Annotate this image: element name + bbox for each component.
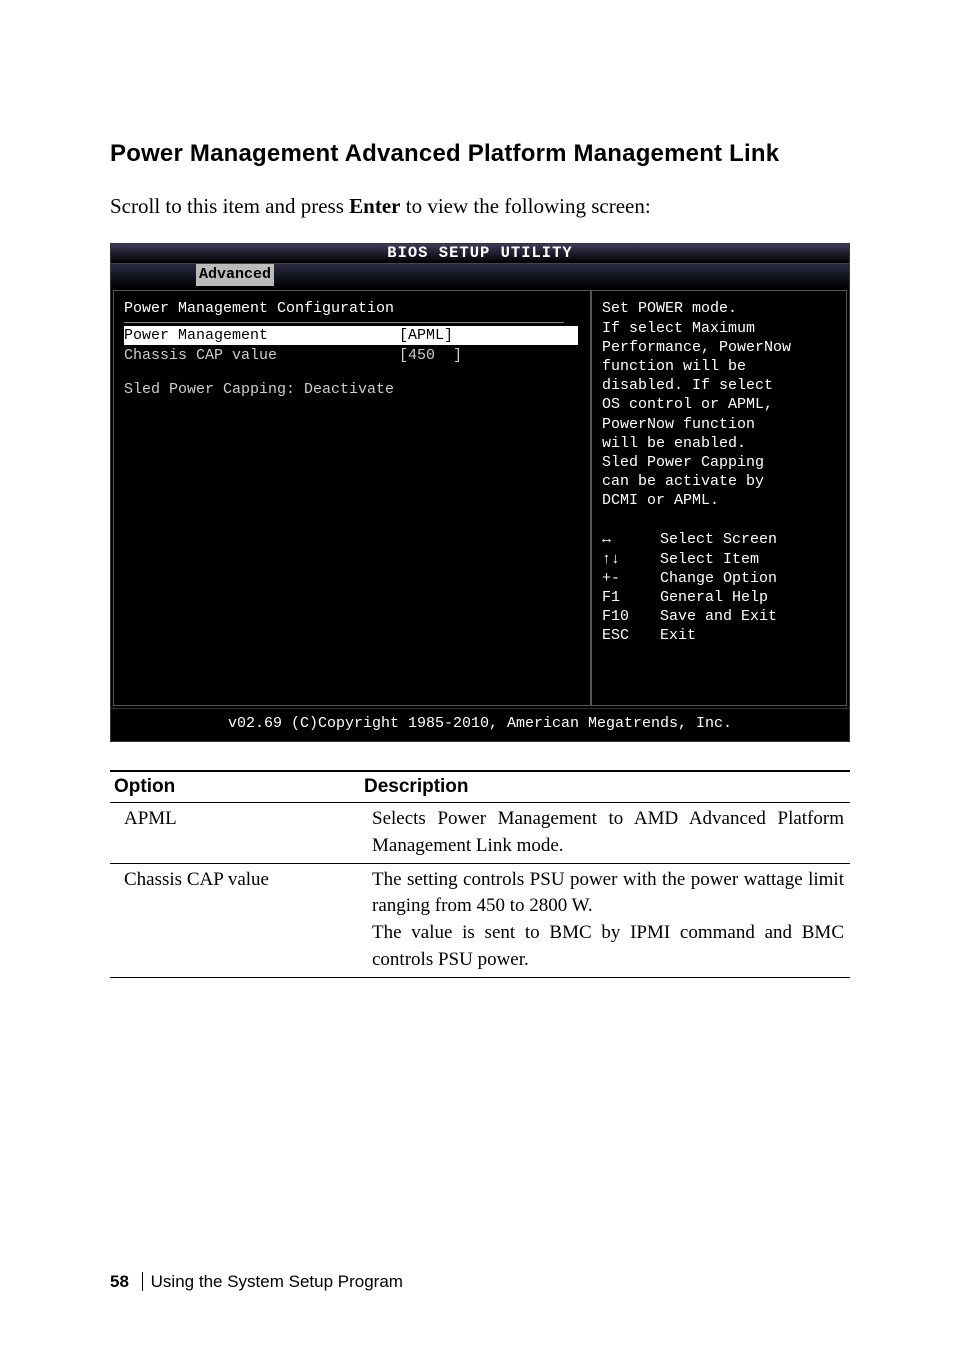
option-description: The setting controls PSU power with the … bbox=[360, 863, 850, 978]
nav-key: F1 bbox=[602, 588, 660, 607]
intro-key: Enter bbox=[349, 194, 400, 218]
bios-help-text: Set POWER mode. If select Maximum Perfor… bbox=[602, 299, 836, 510]
bios-tabbar: Advanced bbox=[111, 264, 849, 288]
bios-row-power-management: Power Management [APML] bbox=[124, 326, 578, 345]
table-row: Chassis CAP value The setting controls P… bbox=[110, 863, 850, 978]
section-heading: Power Management Advanced Platform Manag… bbox=[110, 140, 854, 168]
page-footer: 58 Using the System Setup Program bbox=[110, 1272, 403, 1292]
bios-left-pane: Power Management Configuration Power Man… bbox=[113, 290, 591, 706]
bios-screenshot: BIOS SETUP UTILITY Advanced Power Manage… bbox=[110, 243, 850, 741]
bios-row-label: Power Management bbox=[124, 326, 399, 345]
option-name: Chassis CAP value bbox=[110, 863, 360, 978]
bios-row-chassis-cap: Chassis CAP value [450 ] bbox=[124, 346, 578, 365]
nav-label: Exit bbox=[660, 626, 696, 645]
nav-label: General Help bbox=[660, 588, 768, 607]
option-description: Selects Power Management to AMD Advanced… bbox=[360, 802, 850, 863]
bios-row-value: [450 ] bbox=[399, 346, 462, 365]
bios-nav-row: ↔ Select Screen bbox=[602, 530, 836, 549]
bios-tab-advanced: Advanced bbox=[196, 264, 274, 285]
nav-key: +- bbox=[602, 569, 660, 588]
nav-label: Select Item bbox=[660, 550, 759, 569]
nav-label: Save and Exit bbox=[660, 607, 777, 626]
nav-key: F10 bbox=[602, 607, 660, 626]
table-header-description: Description bbox=[360, 771, 850, 803]
divider bbox=[124, 322, 564, 323]
table-header-option: Option bbox=[110, 771, 360, 803]
bios-title: BIOS SETUP UTILITY bbox=[111, 244, 849, 264]
intro-text: Scroll to this item and press Enter to v… bbox=[110, 192, 854, 221]
bios-nav-help: ↔ Select Screen ↑↓ Select Item +- Change… bbox=[602, 530, 836, 645]
bios-nav-row: ↑↓ Select Item bbox=[602, 550, 836, 569]
nav-key: ESC bbox=[602, 626, 660, 645]
nav-label: Select Screen bbox=[660, 530, 777, 549]
page-number: 58 bbox=[110, 1272, 129, 1291]
footer-section: Using the System Setup Program bbox=[151, 1272, 403, 1291]
bios-footer: v02.69 (C)Copyright 1985-2010, American … bbox=[111, 708, 849, 740]
bios-status-text: Sled Power Capping: Deactivate bbox=[124, 380, 394, 399]
bios-nav-row: +- Change Option bbox=[602, 569, 836, 588]
options-table: Option Description APML Selects Power Ma… bbox=[110, 770, 850, 979]
nav-key: ↔ bbox=[602, 530, 660, 549]
bios-nav-row: ESC Exit bbox=[602, 626, 836, 645]
bios-section-title: Power Management Configuration bbox=[124, 299, 578, 318]
table-row: APML Selects Power Management to AMD Adv… bbox=[110, 802, 850, 863]
footer-separator bbox=[142, 1272, 143, 1291]
option-name: APML bbox=[110, 802, 360, 863]
bios-row-value: [APML] bbox=[399, 326, 453, 345]
intro-prefix: Scroll to this item and press bbox=[110, 194, 349, 218]
bios-nav-row: F1 General Help bbox=[602, 588, 836, 607]
bios-status-line: Sled Power Capping: Deactivate bbox=[124, 380, 578, 399]
bios-nav-row: F10 Save and Exit bbox=[602, 607, 836, 626]
bios-right-pane: Set POWER mode. If select Maximum Perfor… bbox=[591, 290, 847, 706]
intro-suffix: to view the following screen: bbox=[400, 194, 650, 218]
bios-row-label: Chassis CAP value bbox=[124, 346, 399, 365]
nav-label: Change Option bbox=[660, 569, 777, 588]
nav-key: ↑↓ bbox=[602, 550, 660, 569]
